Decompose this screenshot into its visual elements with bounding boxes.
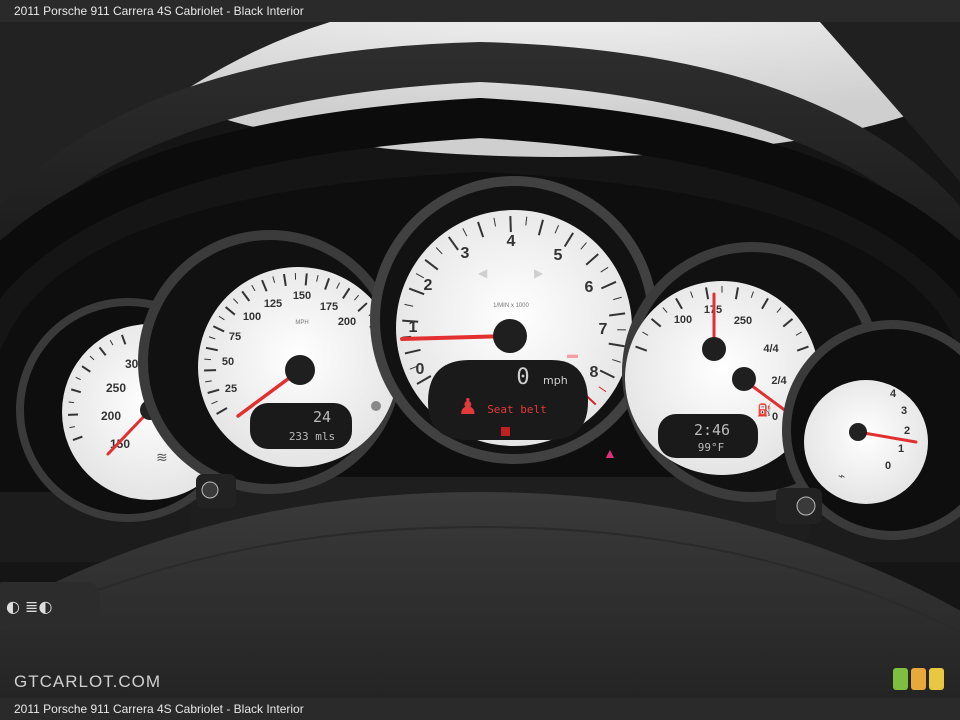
outside-temp-display: 99°F bbox=[698, 441, 725, 454]
clock-adjust-knob[interactable] bbox=[776, 488, 822, 524]
oil-pressure-tick-label: 4 bbox=[890, 388, 897, 400]
fuel-tick-label: 2/4 bbox=[771, 375, 787, 387]
tacho-tick-label: 4 bbox=[507, 233, 516, 250]
airbag-indicator-icon: ▲ bbox=[603, 445, 617, 461]
speedo-tick-label: 125 bbox=[264, 298, 282, 310]
speedo-units-label: MPH bbox=[295, 320, 308, 326]
clock-display: 2:46 bbox=[694, 421, 730, 439]
svg-text:◐ ≣◐: ◐ ≣◐ bbox=[6, 597, 52, 616]
digital-speed-units: mph bbox=[543, 374, 568, 387]
tacho-tick-label: 2 bbox=[424, 277, 433, 294]
fuel-pump-icon: ⛽ bbox=[757, 403, 772, 417]
site-watermark: GTCARLOT.COM bbox=[14, 672, 162, 691]
oil-can-icon: ⌁ bbox=[838, 469, 845, 483]
zoom-dot-medium[interactable] bbox=[911, 668, 926, 690]
coolant-tick-label: 200 bbox=[101, 409, 121, 423]
caption-top: 2011 Porsche 911 Carrera 4S Cabriolet - … bbox=[0, 0, 960, 22]
speedometer-gauge: 25 50 75 100 125 150 175 200 MPH 24 233 … bbox=[138, 230, 402, 494]
turn-signal-right-icon: ▶ bbox=[534, 266, 544, 280]
oil-temp-tick-label: 250 bbox=[734, 315, 752, 327]
gauge-tick-mark bbox=[204, 358, 211, 361]
oil-pressure-tick-label: 2 bbox=[904, 425, 910, 437]
oil-pressure-tick-label: 3 bbox=[901, 405, 907, 417]
warning-indicator bbox=[501, 427, 510, 436]
speedo-tick-label: 150 bbox=[293, 290, 311, 302]
speedo-tick-label: 100 bbox=[243, 311, 261, 323]
speedo-tick-label: 200 bbox=[338, 316, 356, 328]
zoom-dot-large[interactable] bbox=[929, 668, 944, 690]
odometer-reset-knob[interactable] bbox=[196, 474, 236, 508]
tacho-tick-label: 1 bbox=[409, 319, 418, 336]
tacho-tick-label: 5 bbox=[554, 247, 563, 264]
screenshot-frame: 2011 Porsche 911 Carrera 4S Cabriolet - … bbox=[0, 0, 960, 720]
engine-warning-icon: ▬ bbox=[567, 349, 578, 361]
speedo-tick-label: 25 bbox=[225, 383, 237, 395]
caption-bottom: 2011 Porsche 911 Carrera 4S Cabriolet - … bbox=[0, 698, 960, 720]
seat-belt-icon: ♟ bbox=[458, 394, 478, 419]
light-stalk: ◐ ≣◐ bbox=[0, 582, 100, 630]
tacho-tick-label: 3 bbox=[461, 245, 470, 262]
oil-temp-tick-label: 100 bbox=[674, 314, 692, 326]
tacho-units-label: 1/MIN x 1000 bbox=[493, 303, 529, 309]
zoom-dot-small[interactable] bbox=[893, 668, 908, 690]
speedo-tick-label: 175 bbox=[320, 301, 338, 313]
fuel-tick-label: 0 bbox=[772, 411, 778, 423]
instrument-cluster-photo: ◐ ≣◐ 300 250 200 150 ≋ 25 50 75 100 125 … bbox=[0, 22, 960, 698]
zoom-indicator[interactable] bbox=[893, 668, 944, 690]
trip-display: 24 bbox=[313, 408, 331, 426]
coolant-icon: ≋ bbox=[156, 449, 168, 465]
fuel-tick-label: 4/4 bbox=[763, 343, 779, 355]
oil-pressure-tick-label: 1 bbox=[898, 443, 904, 455]
coolant-tick-label: 250 bbox=[106, 381, 126, 395]
tachometer-gauge: 0 1 2 3 4 5 6 7 8 1/MIN x 1000 ◀ ▶ ▬ 0 m… bbox=[370, 176, 658, 464]
oil-pressure-tick-label: 0 bbox=[885, 460, 891, 472]
tacho-tick-label: 0 bbox=[416, 361, 425, 378]
tacho-tick-label: 8 bbox=[590, 364, 599, 381]
gauge-tick-mark bbox=[304, 273, 308, 286]
gauge-tick-mark bbox=[68, 401, 75, 404]
seat-belt-warning: Seat belt bbox=[487, 403, 547, 416]
speedo-tick-label: 50 bbox=[222, 356, 234, 368]
odometer-display: 233 mls bbox=[289, 430, 335, 443]
turn-signal-left-icon: ◀ bbox=[478, 266, 488, 280]
tacho-tick-label: 6 bbox=[585, 279, 594, 296]
speedo-tick-label: 75 bbox=[229, 331, 241, 343]
gauge-tick-mark bbox=[509, 216, 512, 233]
digital-speed: 0 bbox=[516, 365, 529, 390]
tacho-tick-label: 7 bbox=[599, 321, 608, 338]
